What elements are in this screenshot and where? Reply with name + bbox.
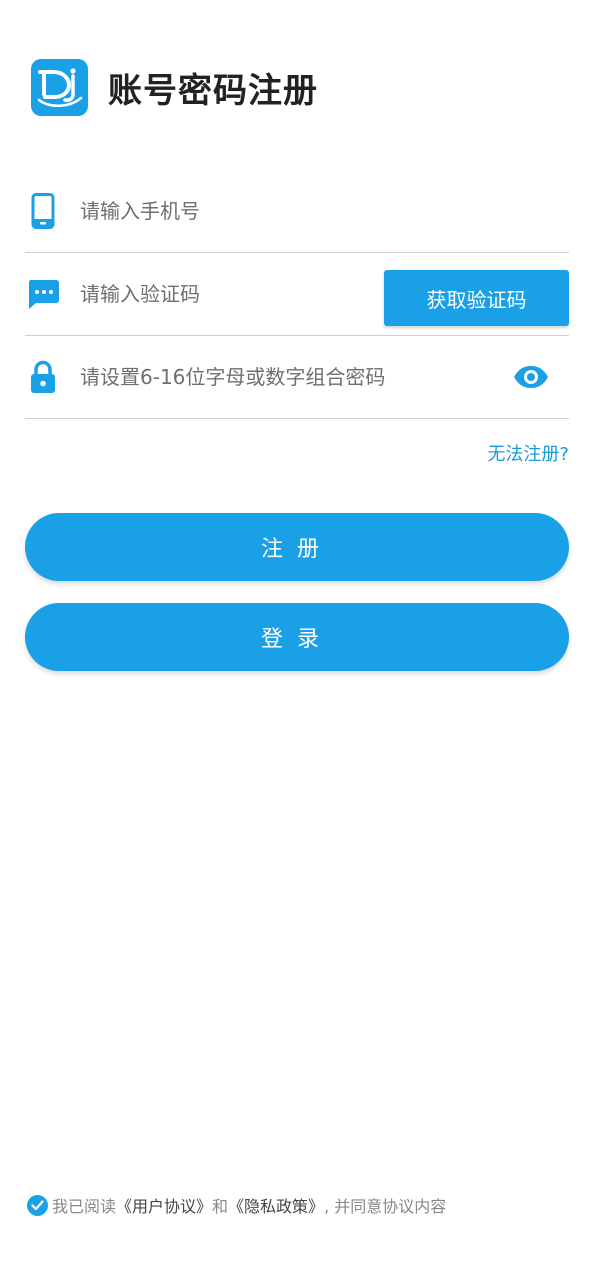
phone-field-row: [25, 170, 569, 253]
agreement-suffix: , 并同意协议内容: [324, 1197, 447, 1216]
password-input[interactable]: [80, 365, 569, 389]
lock-icon: [25, 359, 61, 395]
page-title: 账号密码注册: [108, 70, 318, 111]
register-button[interactable]: 注册: [25, 513, 569, 581]
phone-icon: [25, 193, 61, 229]
code-field-row: 获取验证码: [25, 253, 569, 336]
agreement-and: 和: [212, 1197, 229, 1216]
privacy-policy-link[interactable]: 《隐私政策》: [228, 1193, 324, 1217]
phone-input[interactable]: [80, 199, 569, 223]
login-button[interactable]: 登录: [25, 603, 569, 671]
agreement-row: 我已阅读 《用户协议》 和 《隐私政策》 , 并同意协议内容: [27, 1192, 446, 1218]
get-code-button[interactable]: 获取验证码: [384, 270, 569, 326]
message-icon: [25, 276, 61, 312]
cannot-register-link[interactable]: 无法注册?: [487, 440, 569, 466]
agreement-prefix: 我已阅读: [52, 1197, 117, 1216]
password-field-row: [25, 336, 569, 419]
agreement-checkbox[interactable]: [27, 1194, 48, 1216]
page-header: 账号密码注册: [31, 57, 318, 117]
app-logo-icon: [31, 58, 88, 116]
user-agreement-link[interactable]: 《用户协议》: [116, 1193, 212, 1217]
eye-icon[interactable]: [513, 363, 549, 391]
